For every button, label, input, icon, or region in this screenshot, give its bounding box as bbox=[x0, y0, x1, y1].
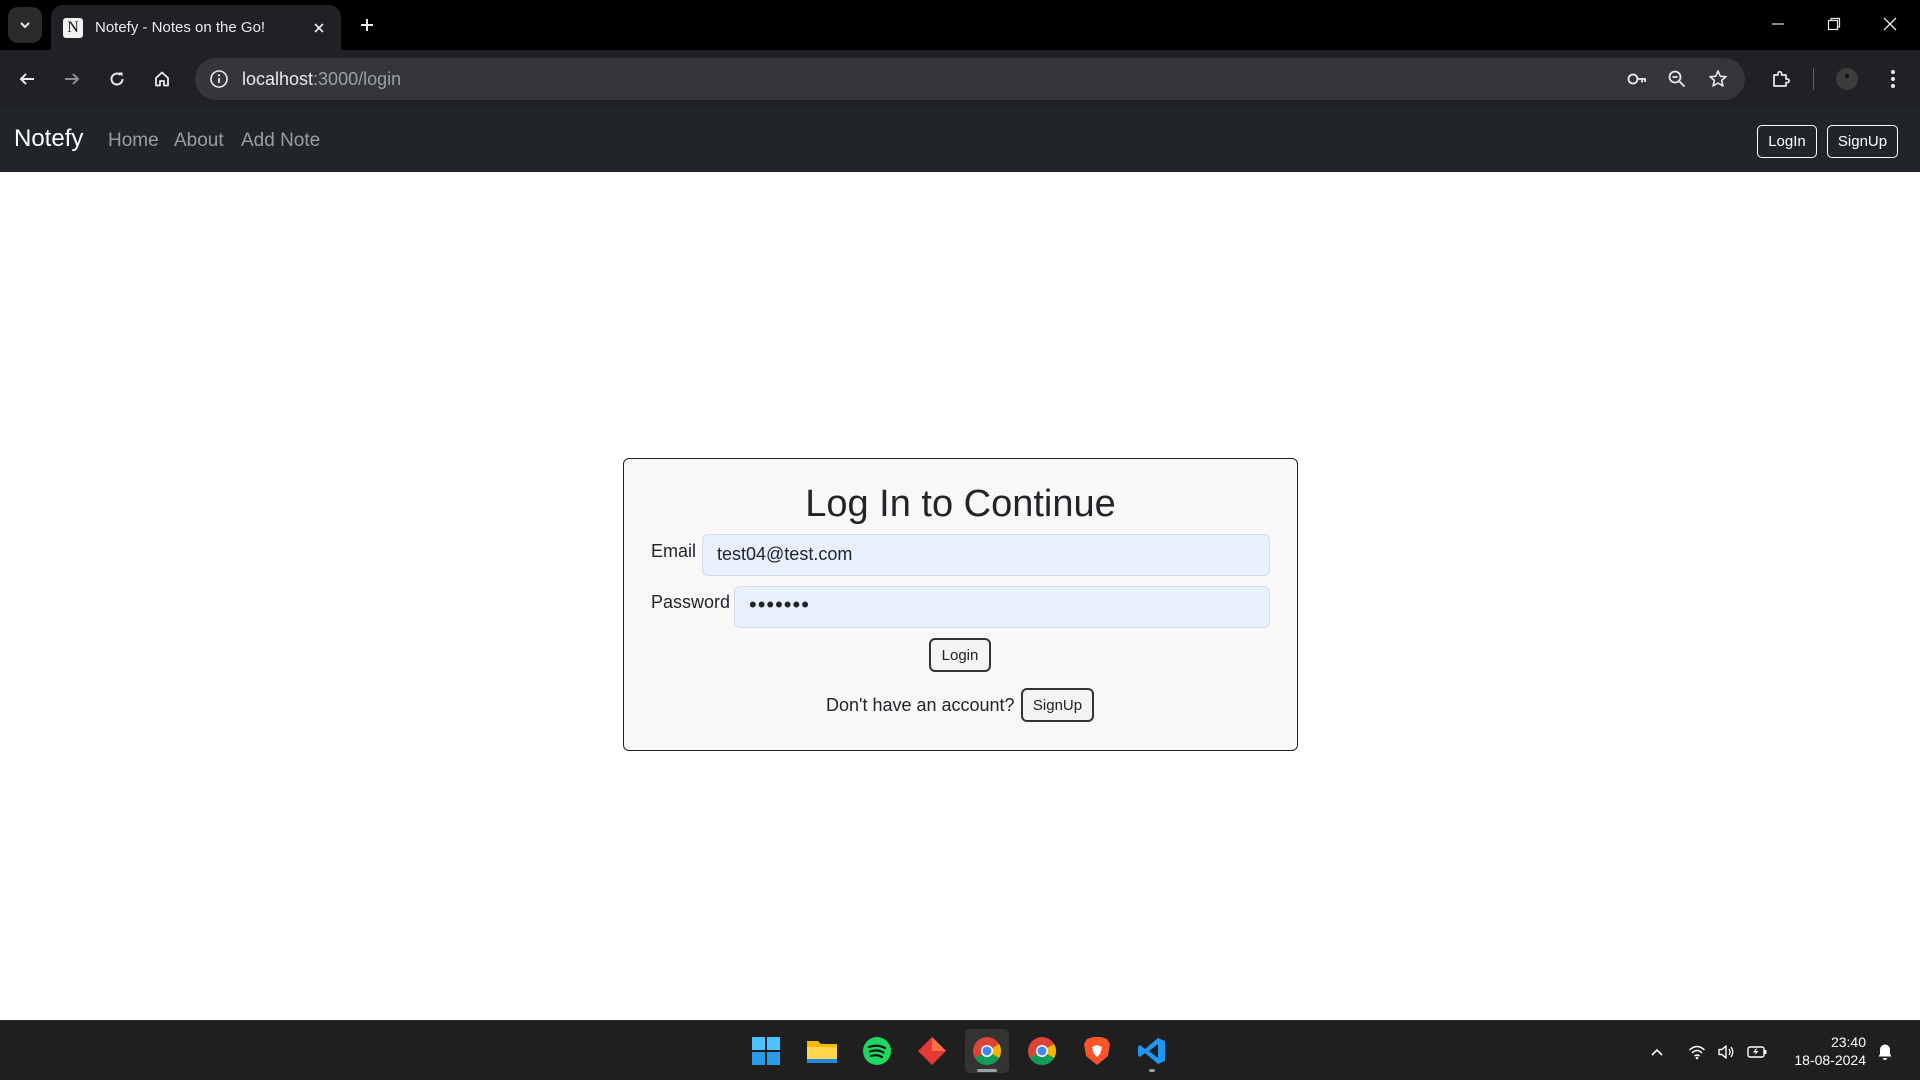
vscode-icon[interactable] bbox=[1130, 1029, 1174, 1073]
browser-menu-button[interactable] bbox=[1875, 61, 1911, 97]
kebab-menu-icon bbox=[1891, 70, 1895, 88]
restore-button[interactable] bbox=[1806, 0, 1862, 48]
clock-date: 18-08-2024 bbox=[1794, 1052, 1866, 1068]
address-bar[interactable]: localhost:3000/login bbox=[195, 58, 1745, 100]
wifi-icon[interactable] bbox=[1686, 1041, 1708, 1063]
running-app-indicator bbox=[1149, 1069, 1155, 1072]
nav-link-home[interactable]: Home bbox=[108, 130, 159, 152]
battery-icon[interactable] bbox=[1746, 1041, 1768, 1063]
tab-favicon: N bbox=[63, 17, 83, 38]
tab-search-button[interactable] bbox=[8, 7, 42, 43]
plus-icon bbox=[361, 19, 373, 31]
brave-icon[interactable] bbox=[1075, 1029, 1119, 1073]
browser-toolbar: localhost:3000/login bbox=[0, 50, 1920, 108]
red-diamond-app-icon[interactable] bbox=[910, 1029, 954, 1073]
tab-close-icon[interactable] bbox=[309, 18, 329, 38]
chevron-down-icon bbox=[20, 22, 30, 29]
minimize-icon bbox=[1772, 23, 1784, 25]
zoom-icon[interactable] bbox=[1661, 63, 1693, 95]
url-text[interactable]: localhost:3000/login bbox=[242, 69, 401, 90]
reload-button[interactable] bbox=[99, 61, 135, 97]
windows-taskbar: 23:40 18-08-2024 bbox=[0, 1020, 1920, 1080]
arrow-left-icon bbox=[19, 73, 34, 85]
navbar-login-button[interactable]: LogIn bbox=[1757, 125, 1817, 158]
browser-tab[interactable]: N Notefy - Notes on the Go! bbox=[51, 5, 341, 50]
bookmark-star-icon[interactable] bbox=[1702, 63, 1734, 95]
avatar-icon bbox=[1836, 68, 1858, 90]
password-label: Password bbox=[651, 592, 731, 612]
navbar-brand[interactable]: Notefy bbox=[14, 125, 83, 153]
password-key-icon[interactable] bbox=[1621, 63, 1653, 95]
url-host: localhost bbox=[242, 69, 314, 89]
login-title: Log In to Continue bbox=[805, 483, 1116, 525]
password-field[interactable]: ••••••• bbox=[734, 586, 1270, 628]
signup-prompt: Don't have an account? bbox=[826, 695, 1015, 715]
email-field[interactable]: test04@test.com bbox=[702, 534, 1270, 576]
home-icon bbox=[155, 71, 169, 87]
close-icon bbox=[1883, 17, 1897, 31]
forward-button[interactable] bbox=[54, 61, 90, 97]
url-path: :3000/login bbox=[313, 69, 402, 89]
chrome-icon[interactable] bbox=[965, 1029, 1009, 1073]
tab-title: Notefy - Notes on the Go! bbox=[95, 19, 266, 36]
new-tab-button[interactable] bbox=[352, 10, 382, 40]
profile-button[interactable] bbox=[1829, 61, 1865, 97]
volume-icon[interactable] bbox=[1715, 1041, 1737, 1063]
home-button[interactable] bbox=[144, 61, 180, 97]
extensions-button[interactable] bbox=[1763, 61, 1799, 97]
email-label: Email bbox=[651, 541, 697, 561]
notification-bell-icon[interactable] bbox=[1874, 1041, 1896, 1063]
arrow-right-icon bbox=[65, 73, 80, 85]
back-button[interactable] bbox=[9, 61, 45, 97]
active-app-indicator bbox=[977, 1069, 997, 1072]
chrome-icon[interactable] bbox=[1020, 1029, 1064, 1073]
puzzle-icon bbox=[1773, 70, 1790, 87]
chevron-up-icon[interactable] bbox=[1646, 1041, 1668, 1063]
site-navbar: Notefy Home About Add Note LogIn SignUp bbox=[0, 108, 1920, 172]
restore-icon bbox=[1827, 17, 1841, 31]
spotify-icon[interactable] bbox=[855, 1029, 899, 1073]
card-signup-button[interactable]: SignUp bbox=[1021, 688, 1094, 722]
windows-start-icon[interactable] bbox=[744, 1029, 788, 1073]
browser-tab-bar: N Notefy - Notes on the Go! bbox=[0, 0, 1920, 50]
nav-link-add-note[interactable]: Add Note bbox=[241, 130, 320, 152]
site-info-icon[interactable] bbox=[203, 63, 235, 95]
toolbar-divider bbox=[1813, 68, 1814, 90]
clock-time: 23:40 bbox=[1830, 1034, 1866, 1050]
navbar-signup-button[interactable]: SignUp bbox=[1827, 125, 1898, 158]
reload-icon bbox=[110, 72, 124, 86]
minimize-button[interactable] bbox=[1750, 0, 1806, 48]
close-window-button[interactable] bbox=[1862, 0, 1918, 48]
system-clock[interactable]: 23:40 18-08-2024 bbox=[1794, 1033, 1866, 1069]
login-card: Log In to Continue Email test04@test.com… bbox=[623, 458, 1298, 751]
login-button[interactable]: Login bbox=[929, 638, 991, 672]
nav-link-about[interactable]: About bbox=[174, 130, 224, 152]
file-explorer-icon[interactable] bbox=[800, 1029, 844, 1073]
